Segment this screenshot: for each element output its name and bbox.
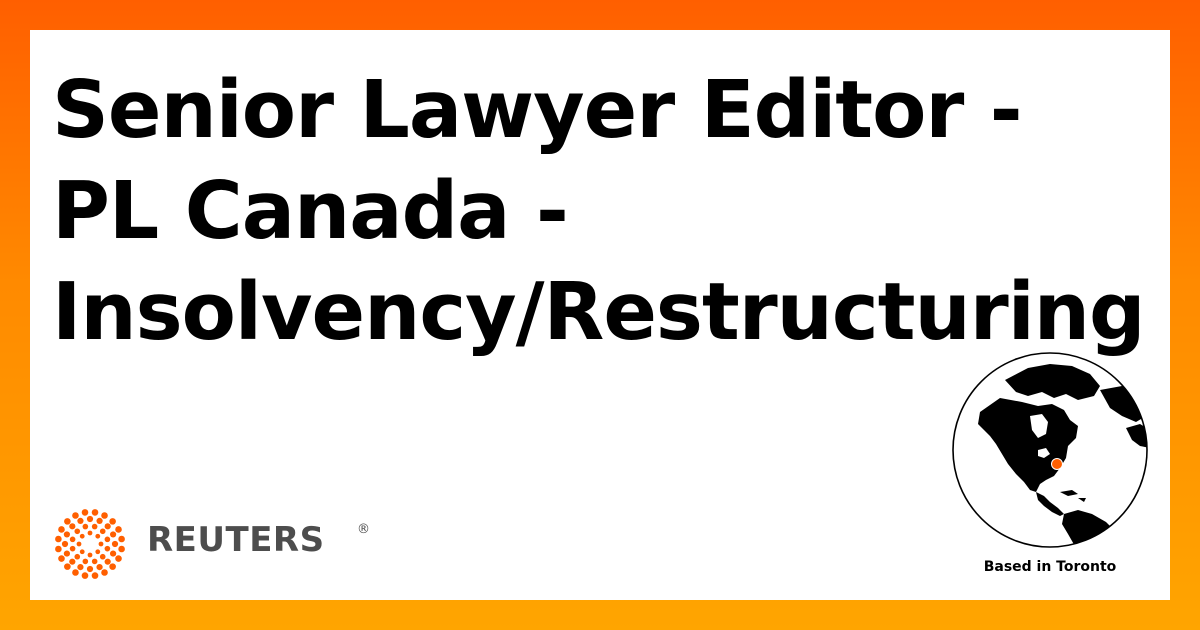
logo-dot [99, 553, 106, 560]
logo-dot [55, 545, 62, 553]
logo-dot [104, 536, 111, 543]
logo-dot [95, 533, 101, 539]
logo-dot [81, 572, 89, 579]
logo-dot [77, 564, 84, 571]
logo-dot [69, 558, 76, 565]
logo-dot [86, 515, 94, 523]
job-title: Senior Lawyer Editor - PL Canada - Insol… [52, 64, 1146, 358]
logo-dot [69, 523, 76, 530]
logo-dot [69, 536, 76, 543]
logo-dot [110, 531, 117, 538]
globe-icon [952, 352, 1148, 548]
logo-dot [111, 540, 119, 548]
logo-dot [118, 545, 125, 553]
logo-dot [58, 555, 65, 562]
logo-dot [104, 545, 111, 552]
logo-dot [72, 569, 79, 576]
logo-dot [79, 549, 85, 555]
logo-dot [95, 549, 101, 555]
logo-dot [81, 509, 89, 516]
reuters-logo: REUTERS ® [50, 508, 380, 580]
logo-dot [110, 550, 117, 557]
logo-dot [91, 523, 98, 530]
logo-dot [91, 509, 99, 516]
reuters-dot-ring-icon [55, 509, 125, 579]
logo-dot [64, 518, 71, 525]
logo-dot [77, 517, 84, 524]
logo-dot [61, 540, 69, 548]
brand-name: REUTERS [147, 520, 325, 560]
logo-dot [109, 518, 116, 525]
logo-dot [96, 517, 103, 524]
logo-dot [74, 553, 81, 560]
logo-dot [87, 552, 93, 558]
logo-dot [86, 565, 94, 573]
logo-dot [101, 512, 108, 519]
logo-dot [101, 569, 108, 576]
location-marker [1051, 458, 1063, 470]
logo-dot [79, 533, 85, 539]
logo-dot [63, 531, 70, 538]
logo-dot [74, 528, 81, 535]
logo-dot [118, 535, 125, 543]
logo-dot [69, 545, 76, 552]
logo-dot [98, 541, 104, 547]
registered-mark: ® [357, 522, 370, 537]
logo-dot [87, 530, 93, 536]
logo-dot [64, 563, 71, 570]
logo-dot [115, 555, 122, 562]
logo-dot [104, 558, 111, 565]
logo-dot [91, 558, 98, 565]
logo-dot [63, 550, 70, 557]
logo-dot [82, 558, 89, 565]
logo-dot [55, 535, 62, 543]
location-globe [950, 350, 1150, 550]
logo-dot [82, 523, 89, 530]
logo-dot [104, 523, 111, 530]
logo-dot [115, 526, 122, 533]
logo-dot [96, 564, 103, 571]
logo-dot [58, 526, 65, 533]
logo-dot [72, 512, 79, 519]
logo-dot [91, 572, 99, 579]
location-label: Based in Toronto [983, 559, 1117, 575]
logo-dot [109, 563, 116, 570]
share-card: Senior Lawyer Editor - PL Canada - Insol… [30, 30, 1170, 600]
logo-dot [76, 541, 82, 547]
logo-dot [99, 528, 106, 535]
